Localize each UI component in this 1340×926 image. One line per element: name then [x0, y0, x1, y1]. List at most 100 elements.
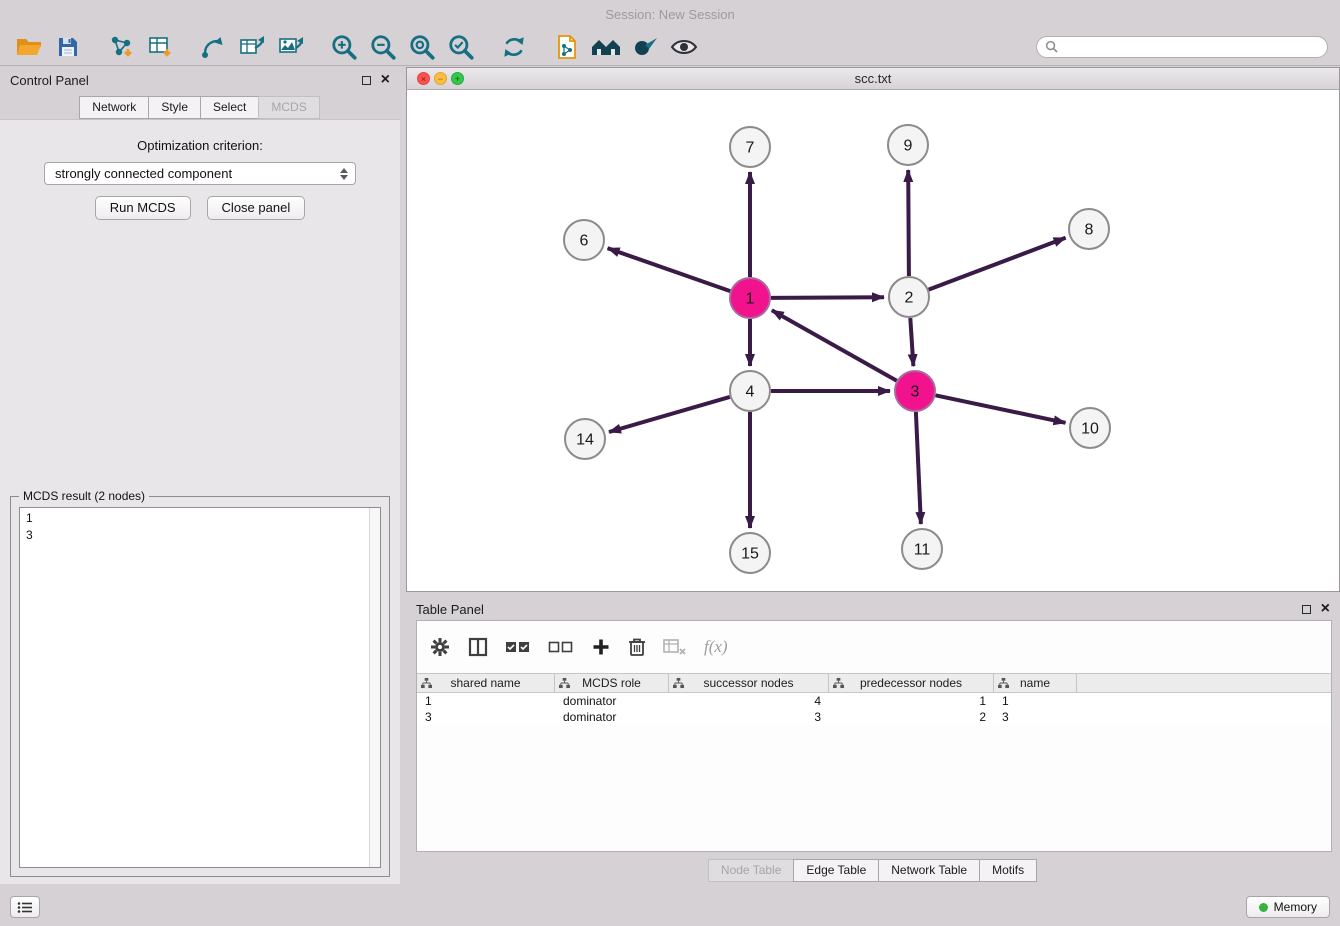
style-brush-button[interactable] [628, 30, 662, 64]
import-table-button[interactable] [143, 30, 177, 64]
show-hide-button[interactable] [667, 30, 701, 64]
graph-edge-3-10[interactable] [936, 395, 1066, 423]
delete-table-button[interactable] [663, 638, 687, 656]
control-panel-tabs: NetworkStyleSelectMCDS [0, 93, 400, 119]
graph-node-3[interactable]: 3 [895, 371, 935, 411]
zoom-selected-button[interactable] [444, 30, 478, 64]
graph-node-7[interactable]: 7 [730, 127, 770, 167]
table-cell[interactable]: dominator [555, 694, 669, 708]
table-cell[interactable]: 3 [669, 710, 829, 724]
svg-text:15: 15 [741, 546, 759, 563]
network-graph[interactable]: 7 9 6 8 1 2 4 3 14 10 15 11 [407, 90, 1339, 591]
result-item[interactable]: 1 [26, 510, 366, 527]
search-input[interactable] [1063, 40, 1319, 54]
table-row[interactable]: 3dominator323 [417, 709, 1331, 725]
graph-edge-2-9[interactable] [908, 170, 909, 276]
float-panel-icon[interactable] [362, 76, 371, 85]
table-cell[interactable]: 3 [417, 710, 555, 724]
maximize-window-icon[interactable]: + [451, 72, 464, 85]
table-toolbar: f(x) [417, 621, 1331, 673]
graph-node-9[interactable]: 9 [888, 125, 928, 165]
graph-node-1[interactable]: 1 [730, 278, 770, 318]
graph-node-4[interactable]: 4 [730, 371, 770, 411]
svg-text:9: 9 [904, 138, 913, 155]
deselect-all-rows-button[interactable] [548, 639, 574, 655]
search-icon [1045, 40, 1058, 53]
table-settings-button[interactable] [429, 636, 451, 658]
import-network-button[interactable] [104, 30, 138, 64]
graph-edge-1-2[interactable] [771, 297, 884, 298]
export-table-icon [238, 34, 266, 60]
graph-node-2[interactable]: 2 [889, 277, 929, 317]
graph-edge-2-8[interactable] [929, 238, 1066, 290]
memory-button[interactable]: Memory [1246, 896, 1330, 918]
table-cell[interactable]: 4 [669, 694, 829, 708]
result-item[interactable]: 3 [26, 527, 366, 544]
graph-node-6[interactable]: 6 [564, 220, 604, 260]
svg-text:7: 7 [746, 140, 755, 157]
zoom-out-button[interactable] [366, 30, 400, 64]
close-panel-button[interactable]: Close panel [207, 196, 306, 220]
export-table-button[interactable] [235, 30, 269, 64]
trash-icon [628, 637, 646, 657]
export-image-icon [277, 34, 305, 60]
layout-button[interactable] [589, 30, 623, 64]
graph-edge-3-1[interactable] [772, 310, 897, 380]
float-table-panel-icon[interactable] [1302, 605, 1311, 614]
table-cell[interactable]: 2 [829, 710, 994, 724]
graph-node-14[interactable]: 14 [565, 419, 605, 459]
table-cell[interactable]: 3 [994, 710, 1077, 724]
table-cell[interactable]: 1 [829, 694, 994, 708]
graph-edge-4-14[interactable] [609, 397, 730, 432]
tab-select[interactable]: Select [200, 96, 259, 119]
status-menu-button[interactable] [10, 896, 40, 918]
graph-node-15[interactable]: 15 [730, 533, 770, 573]
column-header-filler [1077, 674, 1331, 692]
select-all-rows-button[interactable] [505, 639, 531, 655]
criterion-dropdown[interactable]: strongly connected component [44, 162, 356, 185]
tab-node-table[interactable]: Node Table [708, 859, 795, 882]
graph-edge-1-6[interactable] [608, 248, 731, 291]
graph-node-10[interactable]: 10 [1070, 408, 1110, 448]
column-header-name[interactable]: name [994, 674, 1077, 692]
run-mcds-button[interactable]: Run MCDS [95, 196, 191, 220]
table-cell[interactable]: dominator [555, 710, 669, 724]
clone-network-button[interactable] [550, 30, 584, 64]
column-header-successor-nodes[interactable]: successor nodes [669, 674, 829, 692]
column-type-icon [998, 678, 1009, 689]
tab-motifs[interactable]: Motifs [979, 859, 1037, 882]
tab-mcds[interactable]: MCDS [258, 96, 319, 119]
close-table-panel-icon[interactable]: × [1321, 604, 1330, 614]
new-network-button[interactable] [196, 30, 230, 64]
table-cell[interactable]: 1 [417, 694, 555, 708]
table-row[interactable]: 1dominator411 [417, 693, 1331, 709]
import-network-icon [108, 34, 134, 60]
tab-edge-table[interactable]: Edge Table [793, 859, 879, 882]
graph-node-11[interactable]: 11 [902, 529, 942, 569]
delete-column-button[interactable] [628, 637, 646, 657]
graph-edge-3-11[interactable] [916, 412, 921, 524]
column-header-predecessor-nodes[interactable]: predecessor nodes [829, 674, 994, 692]
column-header-mcds-role[interactable]: MCDS role [555, 674, 669, 692]
tab-network[interactable]: Network [79, 96, 149, 119]
save-session-button[interactable] [51, 30, 85, 64]
graph-edge-2-3[interactable] [910, 318, 913, 366]
tab-style[interactable]: Style [148, 96, 201, 119]
table-cell[interactable]: 1 [994, 694, 1077, 708]
close-window-icon[interactable]: × [417, 72, 430, 85]
tab-network-table[interactable]: Network Table [878, 859, 980, 882]
graph-node-8[interactable]: 8 [1069, 209, 1109, 249]
svg-text:1: 1 [746, 291, 755, 308]
export-image-button[interactable] [274, 30, 308, 64]
table-tabs: Node TableEdge TableNetwork TableMotifs [406, 852, 1340, 888]
column-selector-button[interactable] [468, 637, 488, 657]
open-file-button[interactable] [12, 30, 46, 64]
add-column-button[interactable] [591, 637, 611, 657]
close-panel-icon[interactable]: × [381, 75, 390, 85]
minimize-window-icon[interactable]: − [434, 72, 447, 85]
refresh-button[interactable] [497, 30, 531, 64]
zoom-fit-button[interactable] [405, 30, 439, 64]
function-builder-button[interactable]: f(x) [704, 637, 728, 657]
zoom-in-button[interactable] [327, 30, 361, 64]
column-header-shared-name[interactable]: shared name [417, 674, 555, 692]
